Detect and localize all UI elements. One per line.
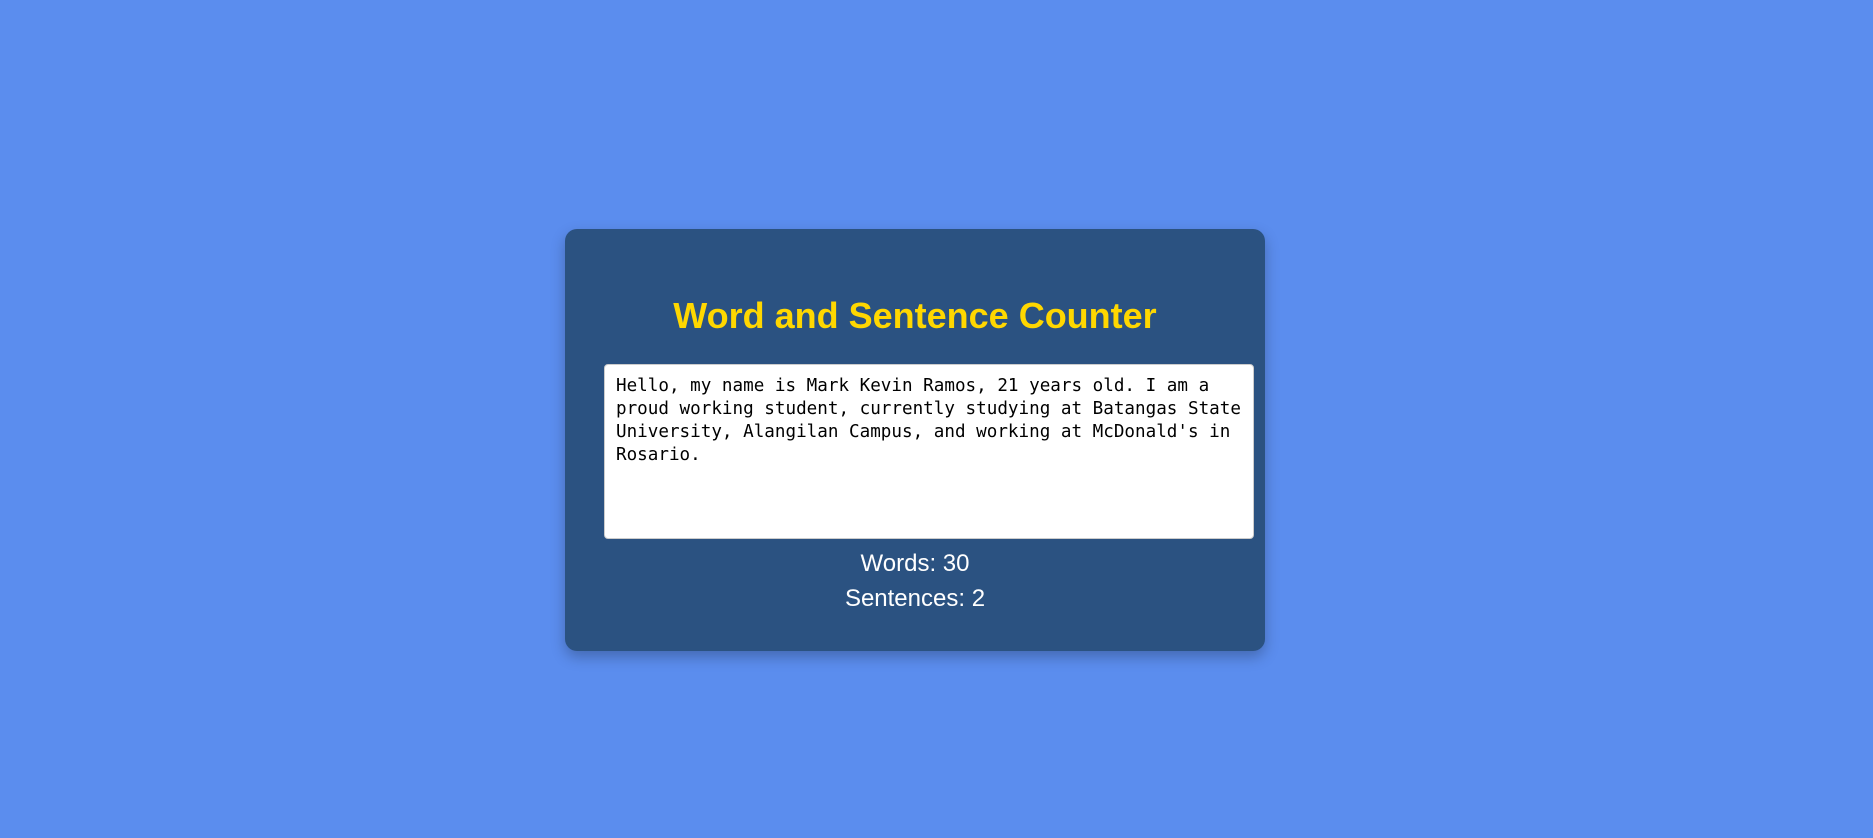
counter-card: Word and Sentence Counter Hello, my name… (565, 229, 1265, 651)
text-input[interactable]: Hello, my name is Mark Kevin Ramos, 21 y… (604, 364, 1254, 539)
sentence-count: Sentences: 2 (844, 585, 986, 612)
page-title: Word and Sentence Counter (673, 295, 1157, 336)
word-count: Words: 30 (860, 550, 970, 577)
